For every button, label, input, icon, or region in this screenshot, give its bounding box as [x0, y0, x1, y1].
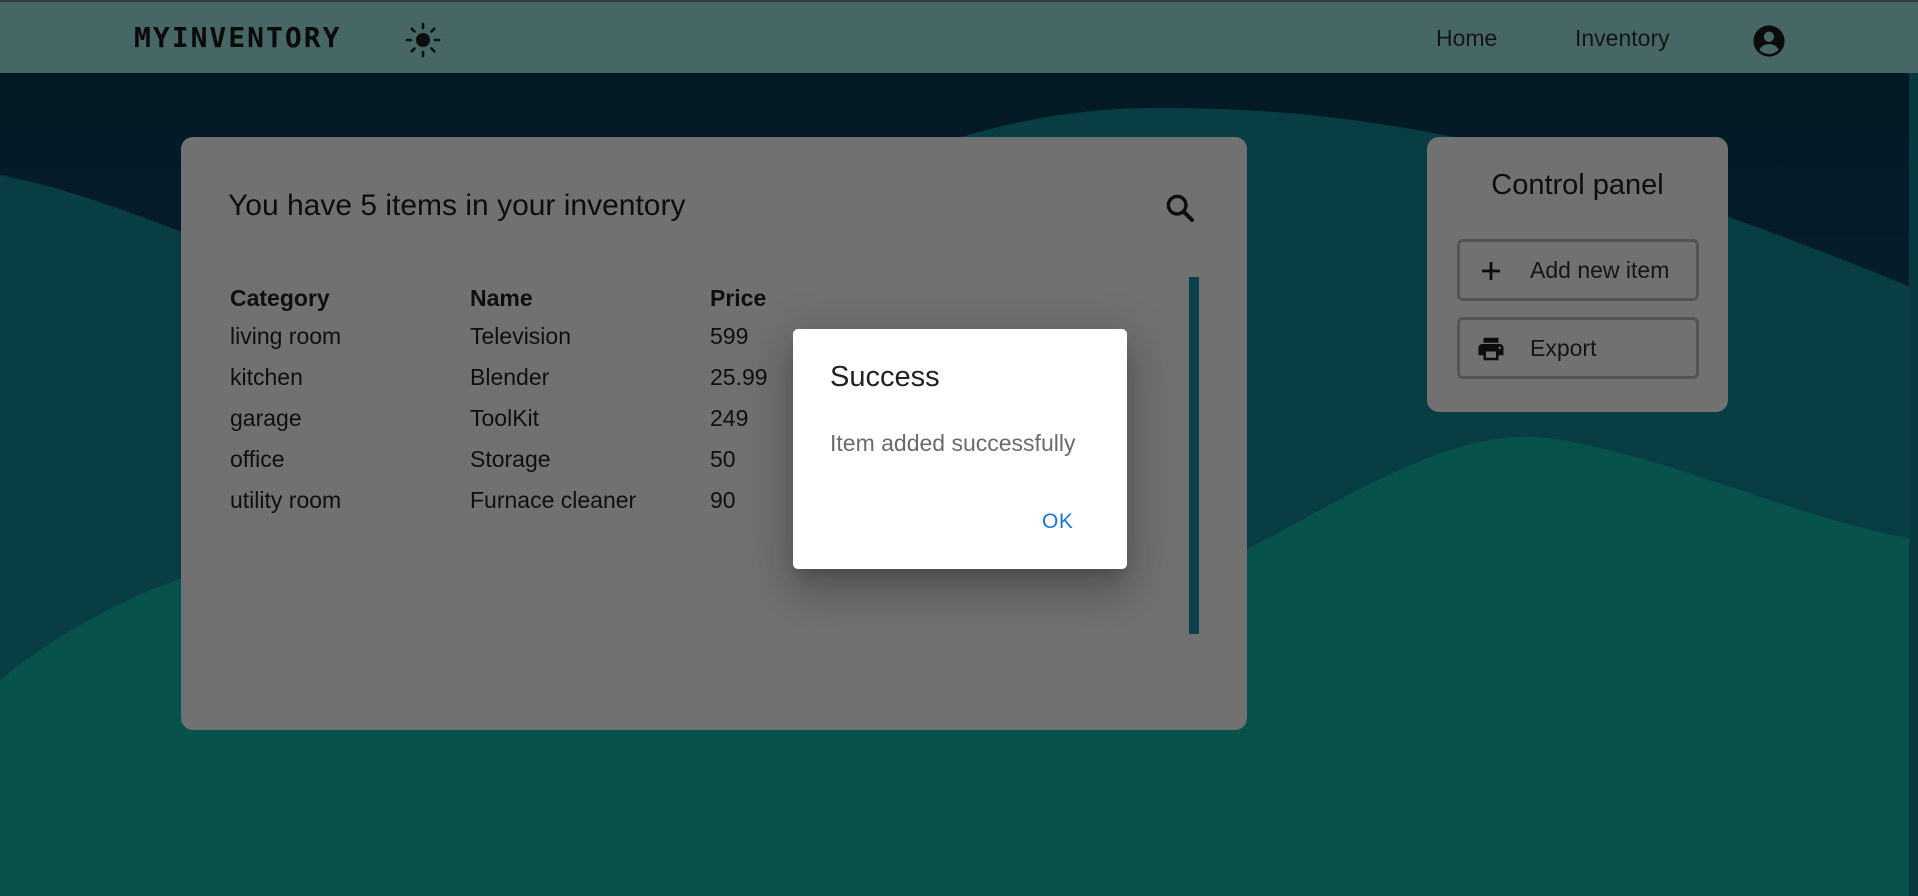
dialog-title: Success: [830, 361, 940, 393]
dialog-message: Item added successfully: [830, 430, 1076, 456]
success-dialog: Success Item added successfully OK: [793, 329, 1127, 569]
ok-button[interactable]: OK: [1042, 510, 1073, 534]
